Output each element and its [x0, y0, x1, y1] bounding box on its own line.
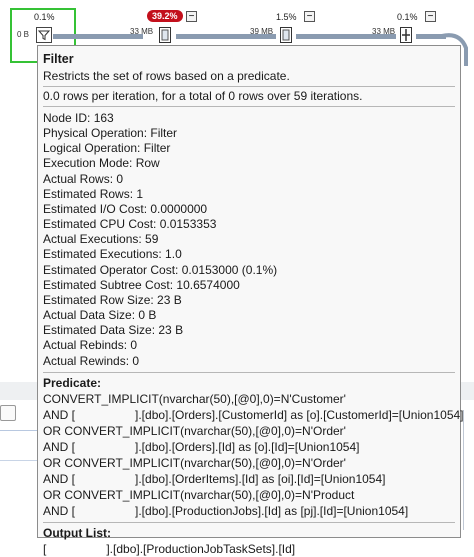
tooltip-rows-summary: 0.0 rows per iteration, for a total of 0… [43, 89, 455, 107]
operator-cost-badge-hot: 39.2% [147, 10, 183, 22]
arrow-size-label: 33 MB [130, 27, 154, 36]
prop-node-id: Node ID: 163 [43, 111, 114, 125]
predicate-line: AND [].[dbo].[OrderItems].[Id] as [oi].[… [43, 471, 386, 486]
filter-node-row-label: 0 B [17, 30, 30, 39]
prop-estimated-row-size: Estimated Row Size: 23 B [43, 292, 182, 307]
predicate-line: CONVERT_IMPLICIT(nvarchar(50),[@0],0)=N'… [43, 391, 346, 406]
prop-actual-rows: Actual Rows: 0 [43, 171, 124, 186]
operator-icon[interactable] [278, 27, 294, 43]
plan-row-band [0, 382, 40, 400]
predicate-header: Predicate: [43, 375, 102, 390]
predicate-line: AND [].[dbo].[Orders].[Id] as [o].[Id]=[… [43, 439, 360, 454]
plan-connector [463, 410, 464, 530]
prop-execution-mode: Execution Mode: Row [43, 156, 160, 171]
collapse-node-button[interactable]: − [425, 11, 436, 22]
operator-icon[interactable] [157, 27, 173, 43]
plan-scroll-handle[interactable] [0, 405, 16, 421]
tooltip-separator [43, 521, 455, 523]
collapse-node-button[interactable]: − [304, 11, 315, 22]
plan-divider [0, 460, 40, 461]
operator-icon[interactable] [398, 27, 414, 43]
prop-estimated-data-size: Estimated Data Size: 23 B [43, 323, 184, 338]
operator-cost: 1.5% [276, 12, 297, 22]
prop-estimated-operator-cost: Estimated Operator Cost: 0.0153000 (0.1%… [43, 262, 278, 277]
prop-estimated-cpu-cost: Estimated CPU Cost: 0.0153353 [43, 217, 217, 232]
collapse-node-button[interactable]: − [186, 11, 197, 22]
prop-estimated-executions: Estimated Executions: 1.0 [43, 247, 182, 262]
output-list-header: Output List: [43, 525, 111, 540]
predicate-line: OR CONVERT_IMPLICIT(nvarchar(50),[@0],0)… [43, 423, 346, 438]
prop-physical-operation: Physical Operation: Filter [43, 126, 178, 141]
prop-estimated-rows: Estimated Rows: 1 [43, 186, 144, 201]
predicate-text: CONVERT_IMPLICIT(nvarchar(50),[@0],0)=N'… [43, 391, 464, 519]
arrow-size-label: 39 MB [250, 27, 274, 36]
arrow-size-label: 33 MB [372, 27, 396, 36]
prop-actual-rewinds: Actual Rewinds: 0 [43, 353, 140, 368]
operator-tooltip: Filter Restricts the set of rows based o… [37, 45, 464, 556]
prop-logical-operation: Logical Operation: Filter [43, 141, 171, 156]
filter-node-cost: 0.1% [34, 12, 55, 22]
prop-actual-data-size: Actual Data Size: 0 B [43, 308, 157, 323]
prop-actual-executions: Actual Executions: 59 [43, 232, 159, 247]
predicate-line: AND [].[dbo].[ProductionJobs].[Id] as [p… [43, 503, 409, 518]
prop-estimated-subtree-cost: Estimated Subtree Cost: 10.6574000 [43, 277, 240, 292]
tooltip-description: Restricts the set of rows based on a pre… [43, 69, 455, 87]
prop-actual-rebinds: Actual Rebinds: 0 [43, 338, 138, 353]
output-list-item: [].[dbo].[ProductionJobTaskSets].[Id] [43, 541, 296, 556]
filter-icon[interactable] [36, 27, 52, 43]
operator-cost: 0.1% [397, 12, 418, 22]
predicate-line: OR CONVERT_IMPLICIT(nvarchar(50),[@0],0)… [43, 487, 355, 502]
tooltip-separator [43, 371, 455, 373]
prop-estimated-io-cost: Estimated I/O Cost: 0.0000000 [43, 201, 208, 216]
predicate-line: AND [].[dbo].[Orders].[CustomerId] as [o… [43, 407, 464, 422]
tooltip-title: Filter [43, 52, 74, 66]
plan-divider [0, 430, 40, 431]
predicate-line: OR CONVERT_IMPLICIT(nvarchar(50),[@0],0)… [43, 455, 346, 470]
tooltip-properties: Node ID: 163 Physical Operation: Filter … [43, 111, 455, 369]
plan-row-band [461, 382, 474, 400]
